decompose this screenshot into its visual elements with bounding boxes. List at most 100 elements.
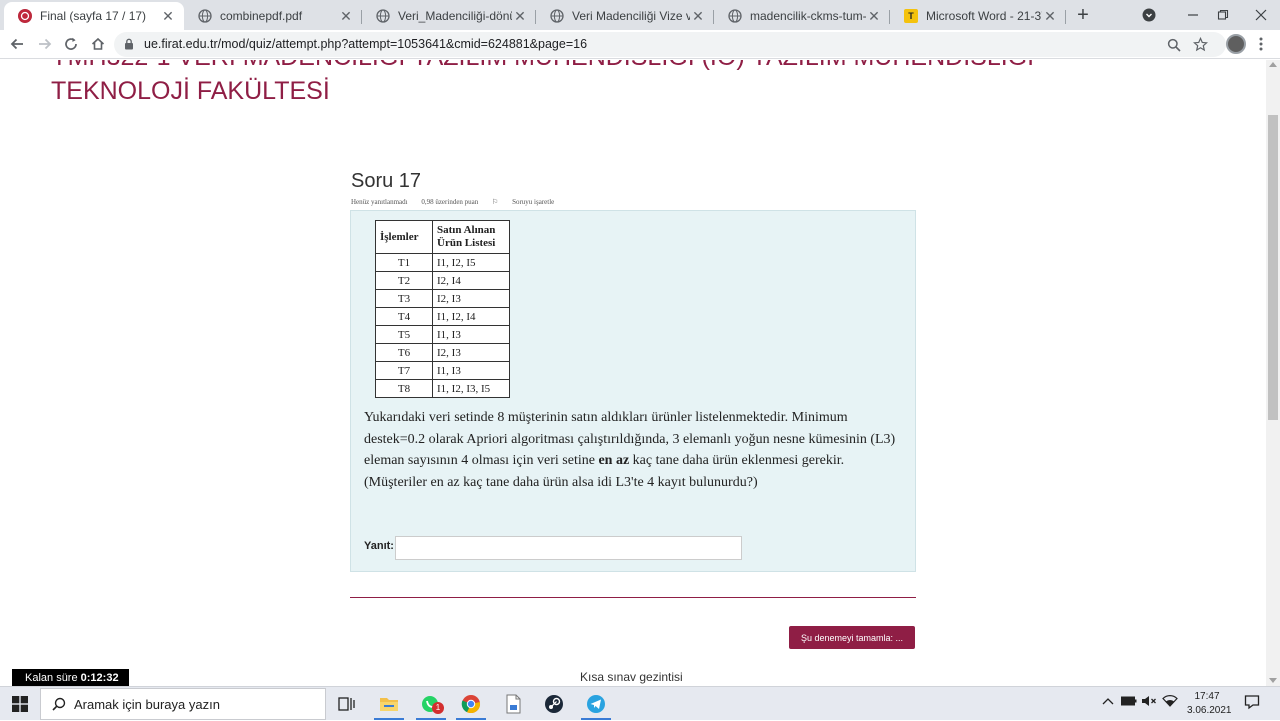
tab-final-quiz[interactable]: Final (sayfa 17 / 17) ✕ [4,2,184,30]
tab-veri-madenciligi-donusturu[interactable]: Veri_Madenciliği-dönüştürü ✕ [362,2,536,30]
tab-title: Final (sayfa 17 / 17) [40,9,147,23]
tab-close-icon[interactable]: ✕ [338,8,354,25]
taskbar-search-placeholder: Aramak için buraya yazın [74,697,220,712]
taskbar-search-box[interactable]: Aramak için buraya yazın [40,688,326,720]
reload-icon [65,37,77,50]
file-explorer-button[interactable] [377,692,401,716]
page-scrollbar[interactable] [1266,60,1280,686]
table-cell: T4 [375,307,433,326]
system-clock[interactable]: 17:47 3.06.2021 [1187,690,1232,718]
zoom-icon[interactable] [1164,35,1184,55]
forward-button[interactable] [34,33,56,55]
timer-value: 0:12:32 [80,672,119,684]
back-button[interactable] [6,33,28,55]
question-status: Henüz yanıtlanmadı [351,198,408,206]
tab-microsoft-word[interactable]: T Microsoft Word - 21-37.doc ✕ [890,2,1066,30]
answer-label: Yanıt: [364,540,394,552]
scroll-down-icon[interactable] [1269,678,1277,683]
table-row: T8 I1, I2, I3, I5 [375,379,510,398]
clock-date: 3.06.2021 [1187,705,1232,716]
document-app-button[interactable] [501,692,525,716]
table-cell: T1 [375,253,433,272]
whatsapp-button[interactable]: 1 [419,692,444,716]
tray-expand-icon[interactable] [1102,695,1114,709]
windows-taskbar: Aramak için buraya yazın 1 17:47 3.06.20… [0,686,1280,720]
chevron-down-icon [1142,8,1156,22]
tab-combinepdf[interactable]: combinepdf.pdf ✕ [184,2,362,30]
flag-question-link[interactable]: ⚐ Soruyu işaretle [492,198,566,206]
reload-button[interactable] [60,33,82,55]
question-text: Yukarıdaki veri setinde 8 müşterinin sat… [364,407,904,493]
scroll-thumb[interactable] [1268,115,1278,420]
table-cell: T3 [375,289,433,308]
notification-badge: 1 [432,702,444,714]
table-cell: I2, I3 [432,343,510,362]
table-cell: I1, I2, I3, I5 [432,379,510,398]
table-cell: T8 [375,379,433,398]
task-view-button[interactable] [334,692,358,716]
tab-title: Veri Madenciliği Vize ve Fina [572,9,690,23]
table-cell: I1, I3 [432,361,510,380]
table-header-row: İşlemler Satın Alınan Ürün Listesi [375,220,510,254]
telegram-button[interactable] [584,692,608,716]
windows-logo-icon [12,696,28,712]
firat-logo-icon [18,9,32,23]
chrome-icon [461,695,481,714]
home-button[interactable] [87,33,109,55]
question-points: 0,98 üzerinden puan [421,198,479,206]
table-header-cell: Satın Alınan Ürün Listesi [432,220,510,254]
close-icon [1255,9,1267,21]
address-bar[interactable]: ue.firat.edu.tr/mod/quiz/attempt.php?att… [114,32,1226,57]
table-cell: I1, I2, I5 [432,253,510,272]
tab-title: Veri_Madenciliği-dönüştürü [398,9,512,23]
battery-icon[interactable] [1121,695,1137,709]
quiz-timer: Kalan süre 0:12:32 [12,669,129,686]
home-icon [91,37,105,50]
answer-input[interactable] [395,536,742,560]
tab-close-icon[interactable]: ✕ [160,8,176,25]
table-cell: I1, I2, I4 [432,307,510,326]
table-row: T3 I2, I3 [375,289,510,308]
tab-madencilik-ckms[interactable]: madencilik-ckms-tum-soru ✕ [714,2,890,30]
chrome-button[interactable] [459,692,483,716]
profile-avatar[interactable] [1226,34,1246,54]
clock-time: 17:47 [1194,691,1220,702]
table-header-cell: İşlemler [375,220,433,254]
tab-veri-madenciligi-vize[interactable]: Veri Madenciliği Vize ve Fina ✕ [536,2,714,30]
start-button[interactable] [0,687,40,721]
tab-close-icon[interactable]: ✕ [866,8,882,25]
maximize-button[interactable] [1208,4,1238,26]
document-icon [506,694,521,714]
timer-label: Kalan süre [25,672,78,684]
tab-title: madencilik-ckms-tum-soru [750,9,866,23]
steam-button[interactable] [542,692,566,716]
minimize-button[interactable] [1178,4,1208,26]
table-row: T5 I1, I3 [375,325,510,344]
restore-icon [1217,9,1229,20]
new-tab-button[interactable]: + [1072,4,1094,26]
tab-separator [1065,10,1066,24]
wifi-icon[interactable] [1162,695,1178,710]
finish-attempt-button[interactable]: Şu denemeyi tamamla: ... [789,626,915,649]
tab-search-button[interactable] [1134,4,1164,26]
notifications-icon[interactable] [1244,694,1260,713]
question-info: Henüz yanıtlanmadı 0,98 üzerinden puan ⚐… [351,198,578,206]
question-box: İşlemler Satın Alınan Ürün Listesi T1 I1,… [350,210,916,572]
bookmark-star-icon[interactable] [1190,35,1210,55]
url-text: ue.firat.edu.tr/mod/quiz/attempt.php?att… [144,37,588,51]
lock-icon [125,38,133,50]
question-text-bold: en az [598,453,630,468]
table-row: T1 I1, I2, I5 [375,253,510,272]
table-cell: T2 [375,271,433,290]
more-vert-icon [1259,37,1263,51]
browser-menu-button[interactable] [1254,34,1268,54]
globe-icon [198,9,212,23]
course-title: YMH322-1 VERİ MADENCİLİĞİ YAZILIM MÜHEND… [51,60,1034,105]
tab-close-icon[interactable]: ✕ [512,8,528,25]
close-window-button[interactable] [1246,4,1276,26]
tab-close-icon[interactable]: ✕ [1042,8,1058,25]
scroll-up-icon[interactable] [1269,62,1277,67]
tab-close-icon[interactable]: ✕ [690,8,706,25]
volume-muted-icon[interactable] [1141,695,1157,710]
tab-title: Microsoft Word - 21-37.doc [926,9,1042,23]
